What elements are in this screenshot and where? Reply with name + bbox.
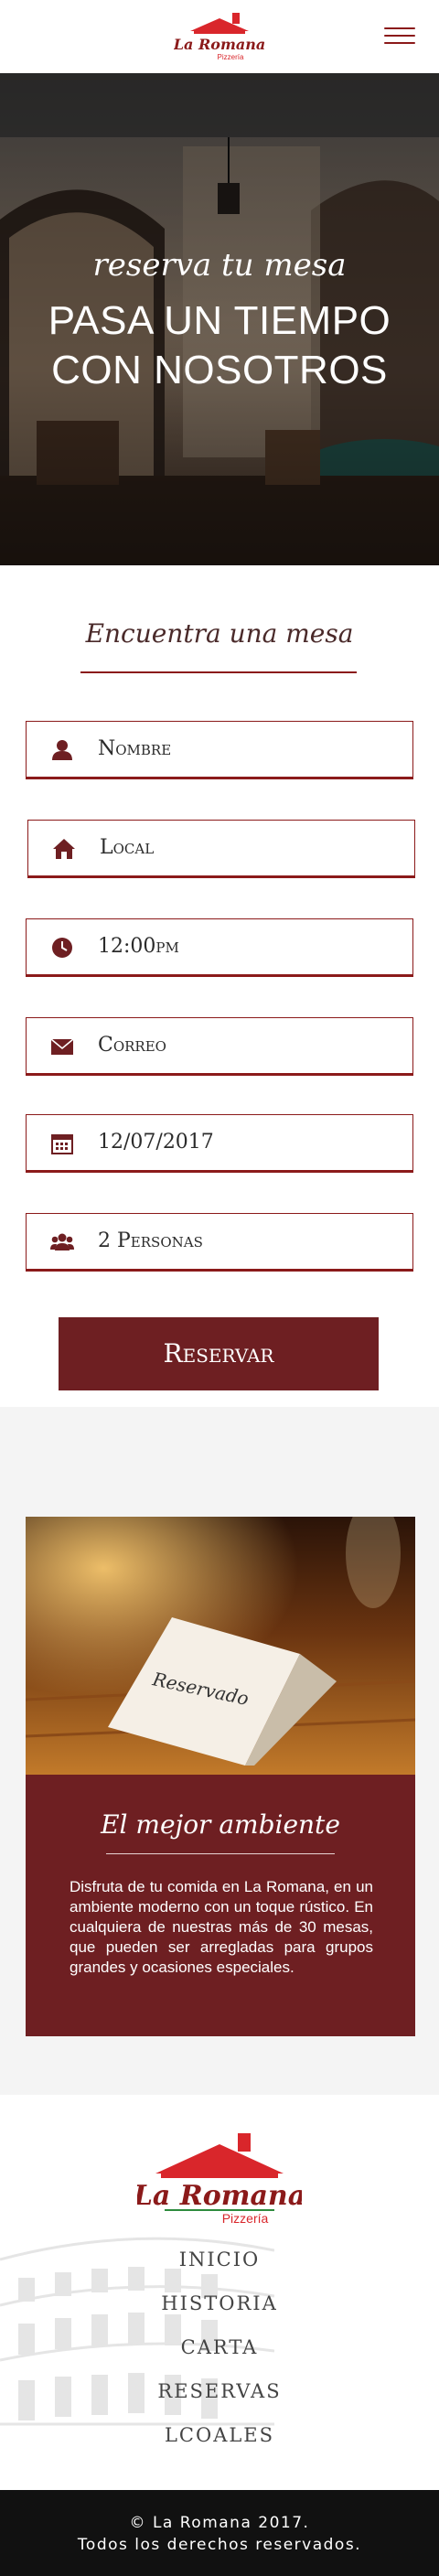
- users-icon: [50, 1233, 74, 1250]
- la-romana-footer-logo[interactable]: La Romana Pizzería: [137, 2131, 302, 2232]
- footer-nav: INICIO HISTORIA CARTA RESERVAS LCOALES: [0, 2238, 439, 2457]
- user-icon: [52, 740, 72, 760]
- party-size-field-value: 2 Personas: [98, 1229, 203, 1252]
- date-field[interactable]: 12/07/2017: [26, 1114, 413, 1173]
- footer-link-inicio[interactable]: INICIO: [0, 2238, 439, 2281]
- ambiente-section: Reservado El mejor ambiente Disfruta de …: [0, 1407, 439, 2095]
- copyright-line-1: © La Romana 2017.: [129, 2514, 310, 2532]
- hero-title-line-2: CON NOSOTROS: [51, 348, 388, 392]
- name-field-value: Nombre: [98, 737, 172, 760]
- svg-text:Pizzería: Pizzería: [222, 2211, 269, 2226]
- site-footer: La Romana Pizzería INICIO HISTORIA CARTA…: [0, 2095, 439, 2490]
- footer-link-historia[interactable]: HISTORIA: [0, 2281, 439, 2325]
- reserved-table-photo: Reservado: [26, 1517, 415, 1775]
- time-field[interactable]: 12:00pm: [26, 918, 413, 977]
- hero-script-title: reserva tu mesa: [92, 247, 347, 284]
- svg-text:La Romana: La Romana: [137, 2180, 302, 2212]
- calendar-icon: [51, 1134, 73, 1154]
- time-field-value: 12:00pm: [98, 935, 179, 958]
- local-field[interactable]: Local: [27, 820, 415, 878]
- hero-title-line-1: PASA UN TIEMPO: [48, 298, 391, 343]
- reservation-section: Encuentra una mesa Nombre Local 12:00pm …: [0, 565, 439, 1390]
- reservar-button[interactable]: Reservar: [59, 1317, 379, 1390]
- divider: [80, 671, 357, 673]
- home-icon: [53, 839, 75, 859]
- ambiente-title: El mejor ambiente: [101, 1809, 340, 1840]
- footer-link-locales[interactable]: LCOALES: [0, 2413, 439, 2457]
- footer-link-carta[interactable]: CARTA: [0, 2325, 439, 2369]
- site-header: La Romana Pizzería: [0, 0, 439, 73]
- email-field-value: Correo: [98, 1034, 166, 1057]
- ambiente-card-body: El mejor ambiente Disfruta de tu comida …: [26, 1775, 415, 2036]
- clock-icon: [52, 938, 72, 958]
- hero-title: PASA UN TIEMPO CON NOSOTROS: [0, 296, 439, 395]
- copyright-bar: © La Romana 2017. Todos los derechos res…: [0, 2490, 439, 2576]
- copyright-line-2: Todos los derechos reservados.: [77, 2536, 362, 2554]
- date-field-value: 12/07/2017: [98, 1131, 214, 1154]
- name-field[interactable]: Nombre: [26, 721, 413, 779]
- reservation-title: Encuentra una mesa: [85, 618, 354, 649]
- divider: [106, 1853, 335, 1854]
- ambiente-card: Reservado El mejor ambiente Disfruta de …: [26, 1517, 415, 2036]
- svg-text:Pizzería: Pizzería: [218, 53, 244, 61]
- local-field-value: Local: [100, 836, 155, 859]
- la-romana-logo[interactable]: La Romana Pizzería: [174, 7, 265, 66]
- svg-text:La Romana: La Romana: [174, 36, 265, 53]
- hamburger-menu-icon[interactable]: [384, 27, 415, 44]
- party-size-field[interactable]: 2 Personas: [26, 1213, 413, 1272]
- footer-link-reservas[interactable]: RESERVAS: [0, 2369, 439, 2413]
- email-field[interactable]: Correo: [26, 1017, 413, 1076]
- ambiente-description: Disfruta de tu comida en La Romana, en u…: [70, 1878, 373, 1976]
- hero-banner: reserva tu mesa PASA UN TIEMPO CON NOSOT…: [0, 73, 439, 565]
- envelope-icon: [50, 1038, 74, 1055]
